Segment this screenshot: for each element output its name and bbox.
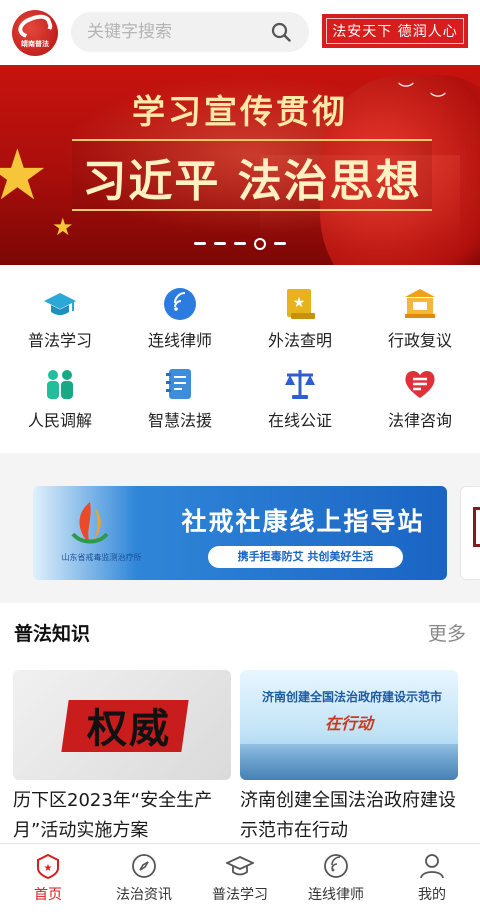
- banner-subtitle: 习近平 法治思想: [82, 156, 422, 207]
- section-title: 普法知识: [14, 623, 91, 645]
- service-legal-study[interactable]: 普法学习: [0, 265, 120, 350]
- star-icon: ★: [0, 134, 49, 216]
- flame-logo-icon: [71, 502, 109, 544]
- nav-label: 连线律师: [308, 887, 364, 903]
- carousel-dot[interactable]: [214, 242, 226, 245]
- slogan-badge: 法安天下 德润人心: [322, 14, 468, 48]
- service-label: 智慧法援: [147, 411, 212, 430]
- search-bar[interactable]: [71, 12, 309, 52]
- nav-home[interactable]: ★ 首页: [0, 844, 96, 917]
- nav-study[interactable]: 普法学习: [192, 844, 288, 917]
- promo-banner-next[interactable]: [460, 486, 480, 580]
- svg-text:★: ★: [293, 295, 306, 311]
- service-contact-lawyer[interactable]: 连线律师: [120, 265, 240, 350]
- article-card[interactable]: 权威 历下区2023年“安全生产月”活动实施方案: [13, 670, 231, 841]
- promo-title: 社戒社康线上指导站: [181, 507, 425, 536]
- article-thumbnail[interactable]: 权威: [13, 670, 231, 780]
- carousel-dot[interactable]: [274, 242, 286, 245]
- legal-knowledge-section: 普法知识 更多 权威 历下区2023年“安全生产月”活动实施方案 济南创建全国法…: [0, 603, 480, 843]
- nav-label: 首页: [34, 887, 62, 903]
- notebook-icon: [166, 369, 191, 399]
- scales-icon: [285, 370, 315, 399]
- article-title[interactable]: 济南创建全国法治政府建设示范市在行动: [240, 786, 462, 846]
- carousel-dot-active[interactable]: [254, 237, 266, 250]
- service-legal-aid[interactable]: 智慧法援: [120, 345, 240, 430]
- thumbnail-subheading: 在行动: [324, 714, 373, 733]
- more-link[interactable]: 更多: [428, 619, 466, 646]
- slogan-text: 法安天下 德润人心: [326, 18, 464, 44]
- hero-banner[interactable]: ★ ★ ︶ ︶ 学习宣传贯彻 习近平 法治思想: [0, 65, 480, 265]
- service-label: 法律咨询: [387, 411, 452, 430]
- nav-profile[interactable]: 我的: [384, 844, 480, 917]
- nav-news[interactable]: 法治资讯: [96, 844, 192, 917]
- banner-title: 学习宣传贯彻: [132, 92, 348, 131]
- carousel-indicator[interactable]: [0, 233, 480, 250]
- carousel-dot[interactable]: [234, 242, 246, 245]
- service-label: 人民调解: [27, 411, 92, 430]
- app-logo[interactable]: 靖南普法: [12, 10, 58, 56]
- article-thumbnail[interactable]: 济南创建全国法治政府建设示范市 在行动: [240, 670, 458, 780]
- user-icon: [420, 854, 444, 879]
- service-mediation[interactable]: 人民调解: [0, 345, 120, 430]
- carousel-dot[interactable]: [194, 242, 206, 245]
- bracket-icon: [473, 507, 480, 547]
- app-header: 靖南普法 法安天下 德润人心: [0, 0, 480, 65]
- thumbnail-heading: 济南创建全国法治政府建设示范市: [261, 690, 442, 704]
- law-book-icon: ★: [287, 289, 315, 319]
- service-notary[interactable]: 在线公证: [240, 345, 360, 430]
- service-grid: 普法学习 连线律师 ★ 外法查明 行政复议 人民调解 智慧法援 在线公证 法律咨…: [0, 265, 480, 453]
- bottom-nav: ★ 首页 法治资讯 普法学习 连线律师 我的: [0, 843, 480, 917]
- article-title[interactable]: 历下区2023年“安全生产月”活动实施方案: [13, 786, 235, 846]
- service-foreign-law[interactable]: ★ 外法查明: [240, 265, 360, 350]
- nav-lawyer[interactable]: 连线律师: [288, 844, 384, 917]
- logo-text: 靖南普法: [21, 40, 49, 48]
- promo-organization: 山东省戒毒监测治疗所: [61, 553, 142, 562]
- promo-subtitle: 携手拒毒防艾 共创美好生活: [237, 550, 374, 563]
- chat-bubble-icon: [164, 288, 196, 320]
- heart-shield-icon: [405, 370, 435, 398]
- graduation-cap-icon: [44, 293, 76, 315]
- nav-label: 法治资讯: [116, 887, 172, 903]
- svg-text:★: ★: [44, 863, 53, 874]
- nav-label: 普法学习: [212, 887, 268, 903]
- search-input[interactable]: [87, 12, 267, 52]
- article-card[interactable]: 济南创建全国法治政府建设示范市 在行动 济南创建全国法治政府建设示范市在行动: [240, 670, 458, 841]
- service-admin-review[interactable]: 行政复议: [360, 265, 480, 350]
- people-icon: [47, 370, 73, 399]
- service-legal-consult[interactable]: 法律咨询: [360, 345, 480, 430]
- chat-bubble-icon: [324, 854, 348, 878]
- nav-label: 我的: [418, 887, 446, 903]
- service-label: 在线公证: [267, 411, 332, 430]
- city-skyline: [240, 744, 458, 780]
- graduation-cap-icon: [226, 856, 254, 876]
- thumbnail-text: 权威: [87, 706, 171, 752]
- home-star-icon: ★: [37, 853, 59, 880]
- compass-icon: [132, 854, 156, 878]
- promo-banner[interactable]: 山东省戒毒监测治疗所 社戒社康线上指导站 携手拒毒防艾 共创美好生活: [33, 486, 447, 580]
- court-building-icon: [405, 289, 435, 318]
- search-icon[interactable]: [271, 22, 291, 42]
